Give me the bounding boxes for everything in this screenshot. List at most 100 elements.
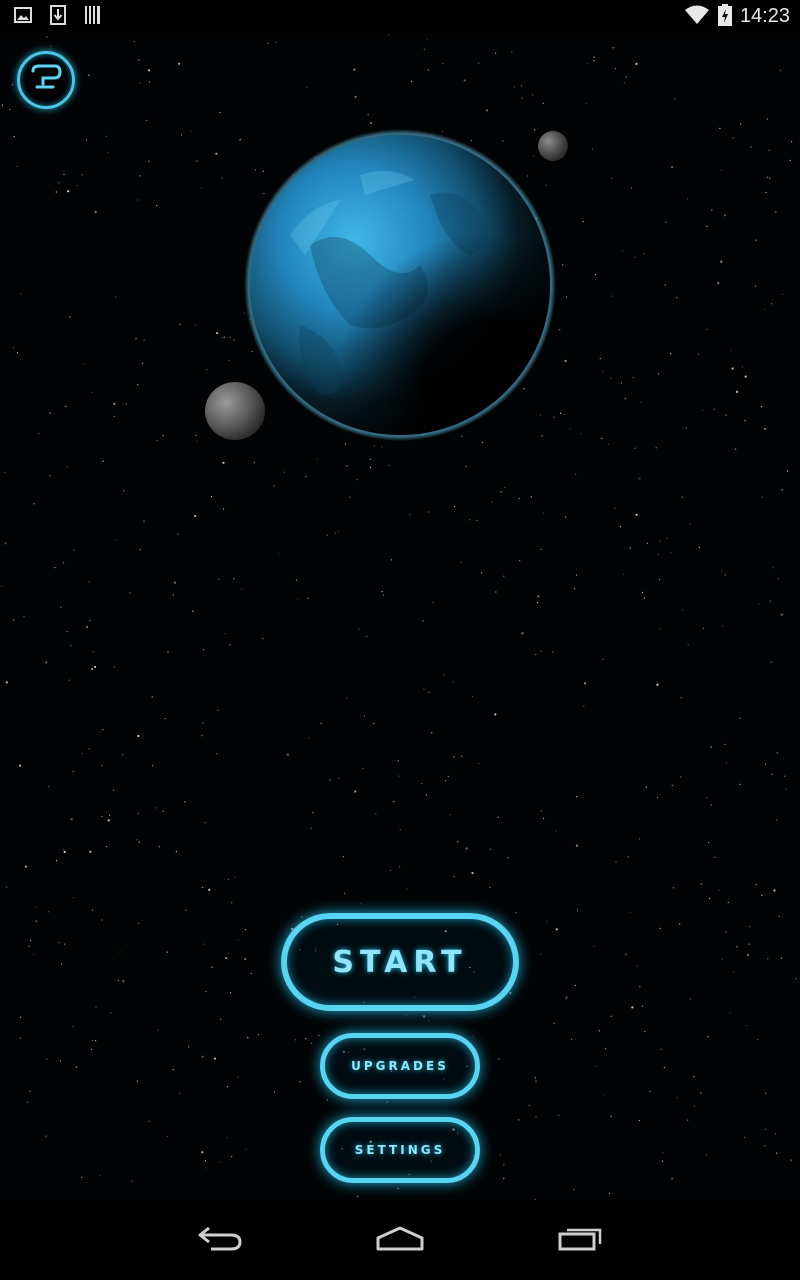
star	[306, 86, 308, 88]
star	[743, 1136, 746, 1138]
star	[218, 578, 220, 581]
star	[634, 256, 636, 258]
start-button[interactable]: START	[281, 913, 519, 1011]
star	[273, 485, 275, 487]
star	[777, 578, 780, 580]
star	[310, 827, 312, 829]
star	[106, 846, 108, 848]
star	[45, 1135, 47, 1137]
star	[584, 682, 587, 685]
star	[262, 638, 264, 640]
star	[750, 146, 752, 148]
star	[203, 943, 205, 945]
star	[399, 829, 401, 831]
star	[659, 927, 661, 930]
star	[599, 358, 601, 360]
star	[770, 661, 772, 663]
star	[101, 919, 103, 921]
star	[634, 447, 636, 449]
star	[138, 841, 140, 843]
star	[346, 697, 348, 699]
star	[362, 767, 364, 770]
star	[722, 625, 724, 627]
star	[687, 1119, 689, 1121]
star	[702, 627, 705, 630]
star	[72, 771, 74, 773]
star	[457, 841, 459, 843]
star	[397, 1188, 399, 1190]
star	[102, 460, 104, 462]
star	[69, 316, 71, 318]
star	[19, 764, 22, 767]
star	[566, 996, 568, 998]
star	[729, 1012, 731, 1014]
star	[586, 63, 589, 65]
settings-button[interactable]: SETTINGS	[320, 1117, 480, 1183]
star	[143, 339, 145, 341]
star	[491, 501, 493, 503]
star	[518, 498, 520, 500]
star	[137, 384, 139, 386]
star	[447, 775, 449, 778]
star	[206, 368, 208, 371]
star	[769, 177, 771, 179]
star	[126, 403, 128, 405]
star	[135, 338, 137, 340]
star	[627, 856, 629, 858]
star	[670, 552, 672, 554]
star	[443, 674, 445, 676]
star	[693, 1076, 695, 1078]
star	[593, 945, 595, 947]
star	[156, 205, 158, 207]
star	[707, 1036, 709, 1038]
star	[593, 59, 595, 62]
settings-button-label: SETTINGS	[354, 1143, 446, 1157]
star	[91, 667, 94, 671]
star	[643, 597, 646, 599]
star	[1, 104, 3, 106]
star	[598, 1030, 601, 1032]
star	[602, 370, 604, 372]
star	[671, 166, 674, 169]
star	[774, 210, 777, 213]
star	[764, 1128, 766, 1131]
star	[453, 875, 455, 878]
star	[369, 466, 372, 468]
recents-button[interactable]	[550, 1220, 610, 1260]
star	[763, 427, 767, 431]
star	[406, 888, 408, 890]
star	[231, 902, 233, 904]
back-button[interactable]	[190, 1220, 250, 1260]
upgrades-button[interactable]: UPGRADES	[320, 1033, 480, 1099]
star	[188, 1046, 190, 1048]
star	[735, 448, 737, 450]
star	[553, 1022, 555, 1024]
star	[204, 1160, 206, 1162]
star	[755, 884, 757, 886]
star	[741, 366, 744, 368]
star	[594, 274, 597, 276]
star	[143, 520, 145, 522]
star	[636, 965, 638, 967]
star	[546, 920, 548, 923]
star	[428, 691, 430, 693]
start-button-label: START	[332, 944, 468, 980]
star	[66, 466, 68, 468]
star	[68, 679, 70, 681]
star	[725, 762, 728, 764]
star	[46, 1058, 48, 1060]
star	[366, 635, 368, 637]
star	[659, 628, 661, 630]
star	[223, 336, 225, 338]
home-button[interactable]	[370, 1220, 430, 1260]
star	[320, 722, 322, 724]
help-button[interactable]	[17, 51, 75, 109]
star	[148, 81, 150, 83]
star	[101, 764, 103, 766]
star	[671, 1178, 673, 1180]
star	[58, 182, 60, 184]
star	[86, 625, 89, 629]
star	[500, 491, 502, 493]
star	[449, 814, 451, 816]
star	[63, 173, 65, 175]
